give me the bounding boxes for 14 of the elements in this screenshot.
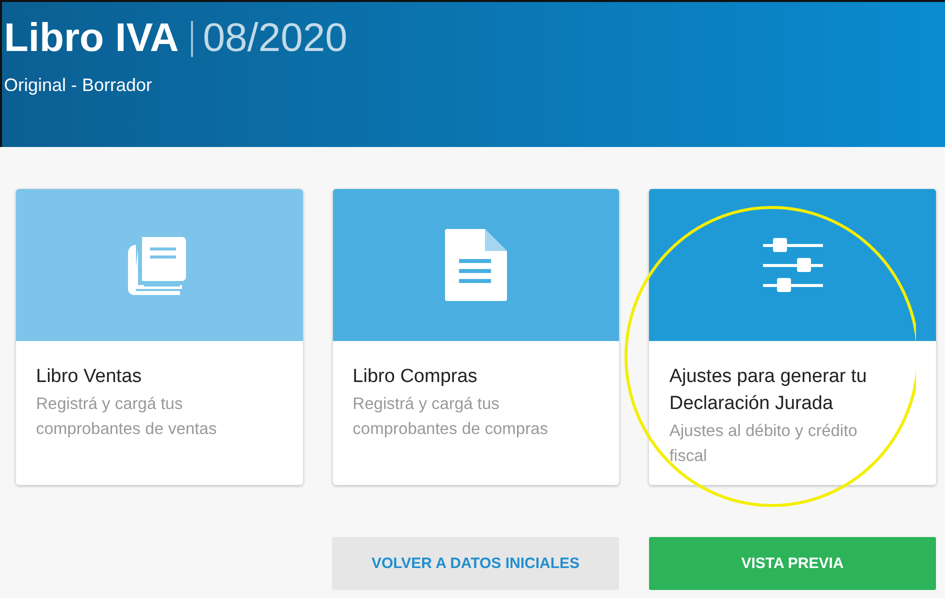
- page-subtitle: Original - Borrador: [4, 75, 154, 96]
- sliders-icon: [760, 236, 825, 294]
- card-description: Ajustes al débito y crédito fiscal: [669, 421, 858, 467]
- document-icon: [445, 229, 507, 301]
- card-title: Libro Ventas: [36, 365, 143, 389]
- card-description: Registrá y cargá tus comprobantes de ventas: [36, 394, 218, 440]
- card-title: Ajustes para generar tu Declaración Jurada: [669, 365, 868, 416]
- card-title: Libro Compras: [352, 365, 478, 389]
- page-title: Libro IVA: [4, 16, 179, 61]
- card[interactable]: Ajustes para generar tu Declaración Jurada Ajustes al débito y crédito fiscal: [649, 189, 936, 485]
- card[interactable]: Libro Compras Registrá y cargá tus comprobantes de compras: [332, 189, 620, 485]
- period-text: 08/2020: [202, 16, 348, 61]
- card-description: Registrá y cargá tus comprobantes de compras: [352, 394, 550, 440]
- card[interactable]: Libro Ventas Registrá y cargá tus comprobantes de ventas: [16, 189, 303, 485]
